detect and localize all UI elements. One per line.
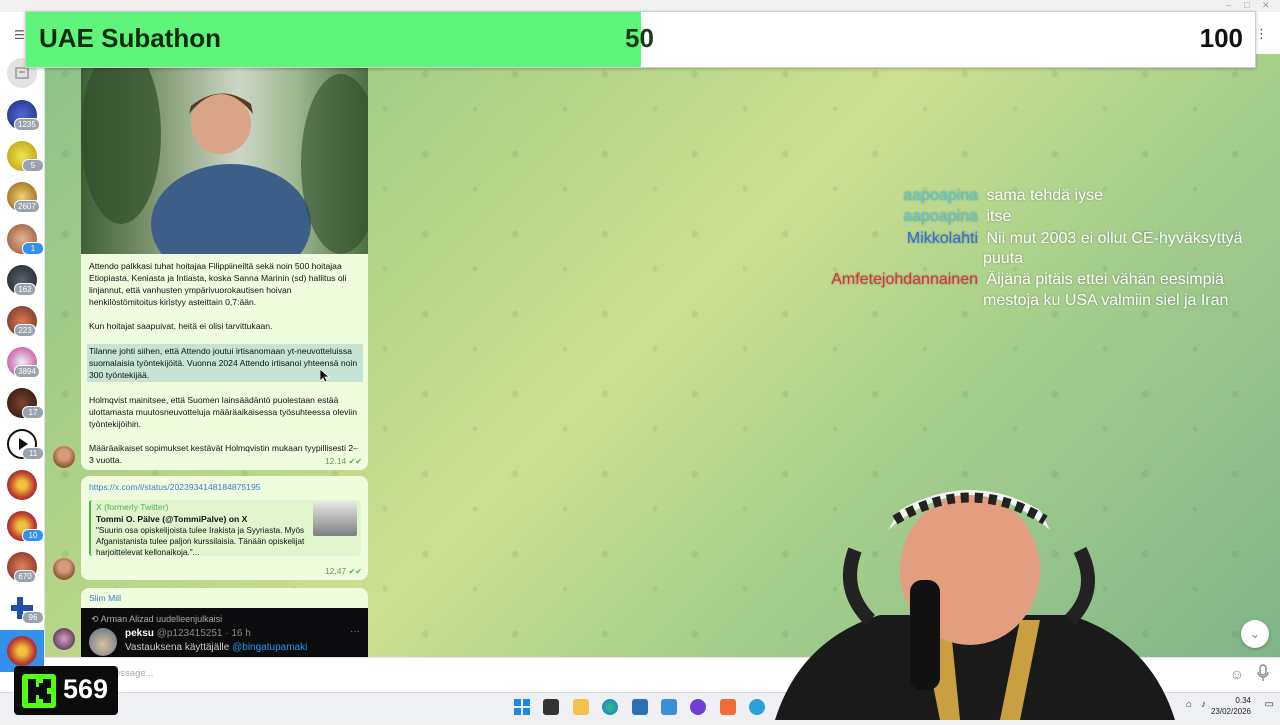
kick-viewer-counter: 569 (14, 666, 118, 715)
chat-message: mestoja ku USA valmiin siel ja Iran (983, 292, 1229, 309)
tweet-header: peksu @p123415251 · 16 h (125, 628, 251, 639)
chat-message: sama tehdä iyse (986, 187, 1103, 204)
store-icon[interactable] (632, 699, 648, 715)
sender-avatar[interactable] (53, 446, 75, 468)
preview-title: Tommi O. Pälve (@TommiPalve) on X (96, 514, 248, 524)
link-preview[interactable]: X (formerly Twitter) Tommi O. Pälve (@To… (89, 500, 361, 557)
forwarded-message[interactable]: Slim Mill ⟲ Arman Alizad uudelleenjulkai… (81, 588, 368, 657)
embedded-tweet[interactable]: ⟲ Arman Alizad uudelleenjulkaisi peksu @… (81, 608, 368, 657)
chat-message: Nii mut 2003 ei ollut CE-hyväksyttyä (986, 230, 1243, 247)
preview-thumbnail (313, 502, 357, 536)
brave-browser-icon[interactable] (720, 699, 736, 715)
unread-badge: 3894 (14, 365, 40, 378)
discord-icon[interactable] (690, 699, 706, 715)
read-check-icon: ✔✔ (348, 457, 362, 466)
chat-username: aapoapina (903, 187, 978, 204)
network-icon[interactable]: ⌂ (1186, 699, 1192, 710)
snipping-tool-icon[interactable] (661, 699, 677, 715)
telegram-icon[interactable] (749, 699, 765, 715)
kick-logo-icon (22, 674, 56, 708)
forward-sender[interactable]: Slim Mill (89, 593, 121, 603)
unread-badge: 96 (22, 611, 44, 624)
stream-chat-line: Mikkolahti Nii mut 2003 ei ollut CE-hyvä… (903, 230, 1243, 248)
streamer-webcam (770, 470, 1180, 720)
windows-start-icon[interactable] (514, 699, 530, 715)
unread-badge: 1 (22, 242, 44, 255)
mouse-cursor-icon (319, 368, 330, 388)
sender-avatar[interactable] (53, 558, 75, 580)
repost-label: ⟲ Arman Alizad uudelleenjulkaisi (91, 614, 223, 624)
tweet-link-message[interactable]: https://x.com/i/status/20239341481848751… (81, 476, 368, 580)
more-icon[interactable]: ··· (350, 626, 360, 637)
chat-message: puuta (983, 250, 1024, 267)
subathon-title: UAE Subathon (39, 23, 221, 53)
repost-icon: ⟲ (91, 614, 99, 624)
stream-chat-line: Amfetejohdannainen Äijänä pitäis ettei v… (829, 271, 1224, 289)
unread-badge: 10 (22, 529, 44, 542)
article-photo[interactable] (81, 54, 368, 254)
read-check-icon: ✔✔ (348, 567, 362, 576)
chat-message: itse (986, 208, 1012, 225)
stream-chat-line: aapoapina itse (903, 208, 1011, 226)
article-paragraph: Attendo palkkasi tuhat hoitajaa Filippii… (89, 261, 347, 307)
unread-badge: 2607 (14, 200, 40, 213)
system-clock[interactable]: 0.34 23/02/2026 (1211, 695, 1251, 717)
subathon-goal-value: 100 (1199, 23, 1243, 53)
scroll-down-button[interactable]: ⌄ (1241, 620, 1269, 648)
unread-badge: 11 (22, 447, 44, 460)
article-paragraph: Holmqvist mainitsee, että Suomen lainsää… (89, 395, 357, 429)
task-view-icon[interactable] (543, 699, 559, 715)
preview-description: "Suurin osa opiskelijoista tulee Irakist… (96, 526, 305, 557)
unread-badge: 223 (14, 324, 36, 337)
chat-avatar[interactable] (7, 470, 37, 500)
microphone-icon[interactable] (1256, 664, 1270, 687)
file-explorer-icon[interactable] (573, 699, 589, 715)
message-input[interactable]: essage... (115, 668, 154, 679)
tweet-url-link[interactable]: https://x.com/i/status/20239341481848751… (89, 482, 261, 492)
edge-browser-icon[interactable] (602, 699, 618, 715)
notification-icon[interactable]: ▭ (1265, 699, 1274, 710)
stream-chat-line: puuta (983, 250, 1023, 268)
reply-line: Vastauksena käyttäjälle @bingatupamaki (125, 642, 308, 653)
article-paragraph: Kun hoitajat saapuivat, heitä ei olisi t… (89, 321, 273, 331)
chat-avatar[interactable] (7, 636, 37, 666)
sender-avatar[interactable] (53, 628, 75, 650)
emoji-icon[interactable]: ☺ (1230, 666, 1244, 682)
chat-message: Äijänä pitäis ettei vähän eesimpiä (986, 271, 1224, 288)
tweet-avatar (89, 628, 117, 656)
more-options-icon[interactable]: ⋮ (1255, 26, 1268, 42)
message-time: 12.14 ✔✔ (324, 456, 362, 466)
maximize-icon[interactable]: □ (1244, 1, 1254, 10)
unread-badge: 5 (22, 159, 44, 172)
stream-chat-line: mestoja ku USA valmiin siel ja Iran (983, 292, 1228, 310)
preview-site: X (formerly Twitter) (96, 502, 169, 512)
chat-username: Mikkolahti (906, 230, 978, 247)
subathon-progress-bar: UAE Subathon 50 100 (25, 11, 1256, 68)
chat-list-sidebar: 1235 5 2607 1 162 223 3894 17 11 10 670 … (0, 54, 45, 672)
chat-username: aapoapina (903, 208, 978, 225)
article-message[interactable]: Attendo palkkasi tuhat hoitajaa Filippii… (81, 54, 368, 470)
article-paragraph: Määräaikaiset sopimukset kestävät Holmqv… (89, 443, 358, 465)
unread-badge: 670 (14, 570, 36, 583)
viewer-count: 569 (63, 674, 109, 704)
message-time: 12.47 ✔✔ (324, 566, 362, 576)
chat-username: Amfetejohdannainen (831, 271, 978, 288)
unread-badge: 17 (22, 406, 44, 419)
unread-badge: 162 (14, 283, 36, 296)
volume-icon[interactable]: ♪ (1201, 699, 1206, 710)
subathon-current-value: 50 (625, 23, 654, 53)
minimize-icon[interactable]: – (1226, 1, 1236, 10)
close-icon[interactable]: ✕ (1262, 1, 1272, 10)
unread-badge: 1235 (14, 118, 40, 131)
stream-chat-line: aapoapina sama tehdä iyse (903, 187, 1103, 205)
